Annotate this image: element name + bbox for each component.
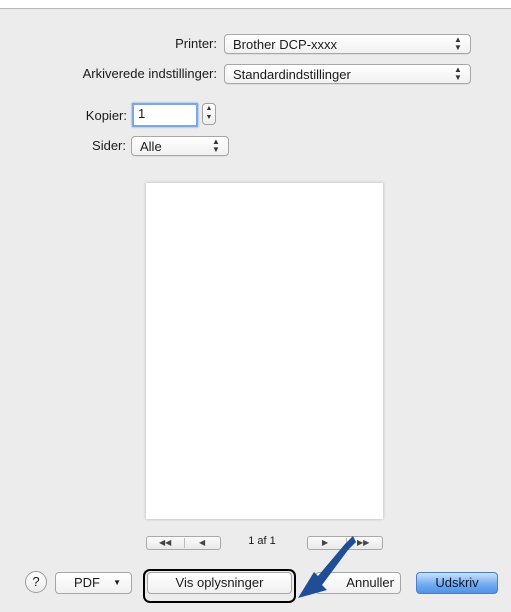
callout-arrow-icon xyxy=(298,536,356,598)
